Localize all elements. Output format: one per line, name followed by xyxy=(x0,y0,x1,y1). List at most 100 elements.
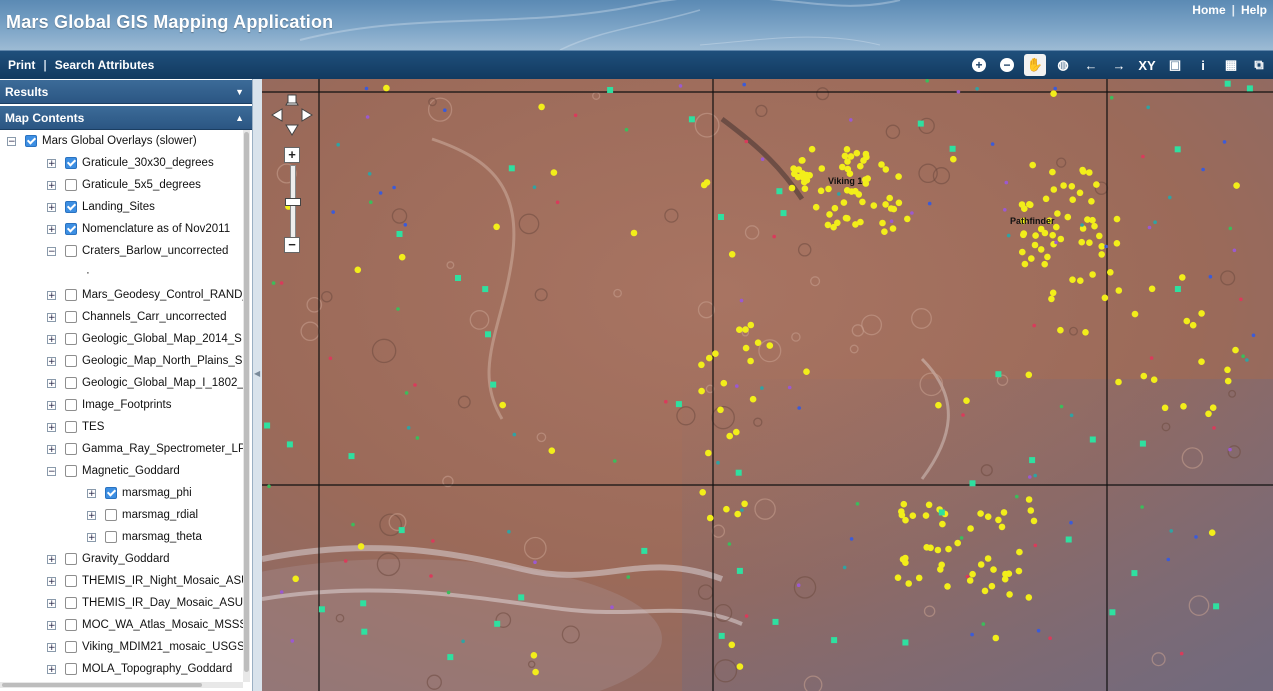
nomenclature-point[interactable] xyxy=(859,198,866,206)
marsmag-point[interactable] xyxy=(392,185,396,190)
nomenclature-point[interactable] xyxy=(954,539,961,547)
collapse-icon[interactable]: − xyxy=(7,136,16,146)
nomenclature-point[interactable] xyxy=(1028,255,1035,262)
layer-tree-item[interactable]: − Mars Global Overlays (slower) xyxy=(7,130,197,152)
marsmag-point[interactable] xyxy=(739,298,744,303)
layer-checkbox[interactable] xyxy=(105,531,117,543)
nomenclature-point[interactable] xyxy=(800,178,808,186)
marsmag-point[interactable] xyxy=(727,542,732,546)
nomenclature-point[interactable] xyxy=(741,500,748,508)
nomenclature-point[interactable] xyxy=(945,545,952,553)
zoom-slider[interactable]: + − xyxy=(284,147,301,255)
nomenclature-point[interactable] xyxy=(995,516,1002,524)
collapse-icon[interactable]: − xyxy=(47,466,56,476)
marsmag-point[interactable] xyxy=(1028,475,1032,479)
marsmag-point[interactable] xyxy=(364,86,369,91)
layer-checkbox[interactable] xyxy=(65,179,77,191)
marsmag-point[interactable] xyxy=(507,529,511,534)
nomenclature-point[interactable] xyxy=(538,103,545,111)
nomenclature-point[interactable] xyxy=(1232,346,1239,354)
layer-checkbox[interactable] xyxy=(65,201,77,213)
nomenclature-point[interactable] xyxy=(766,342,774,349)
nomenclature-point[interactable] xyxy=(902,559,909,566)
magnetic-point[interactable] xyxy=(641,547,648,554)
layer-checkbox[interactable] xyxy=(65,597,77,609)
nomenclature-point[interactable] xyxy=(1020,230,1028,237)
expand-icon[interactable]: + xyxy=(87,488,96,498)
magnetic-point[interactable] xyxy=(318,606,325,613)
layer-tree-item[interactable]: + Channels_Carr_uncorrected xyxy=(47,306,226,328)
layer-tree-item[interactable]: + TES xyxy=(47,416,104,438)
marsmag-point[interactable] xyxy=(735,384,739,388)
expand-icon[interactable]: + xyxy=(47,642,56,652)
nomenclature-point[interactable] xyxy=(717,406,724,414)
nomenclature-point[interactable] xyxy=(1089,216,1096,224)
scrollbar-thumb[interactable] xyxy=(244,132,249,672)
nomenclature-point[interactable] xyxy=(1069,276,1076,283)
magnetic-point[interactable] xyxy=(508,165,515,172)
nomenclature-point[interactable] xyxy=(860,157,867,164)
layer-tree-item[interactable]: + Geologic_Global_Map_2014_S xyxy=(47,328,242,350)
nomenclature-point[interactable] xyxy=(1006,591,1013,598)
nomenclature-point[interactable] xyxy=(1224,366,1231,374)
marsmag-point[interactable] xyxy=(331,210,335,214)
nomenclature-point[interactable] xyxy=(1205,410,1212,418)
nomenclature-point[interactable] xyxy=(1189,321,1197,329)
marsmag-point[interactable] xyxy=(1241,354,1245,359)
marsmag-point[interactable] xyxy=(889,219,894,223)
marsmag-point[interactable] xyxy=(1141,154,1145,159)
magnetic-point[interactable] xyxy=(902,639,909,646)
nomenclature-point[interactable] xyxy=(1113,240,1121,247)
marsmag-point[interactable] xyxy=(271,281,276,285)
marsmag-point[interactable] xyxy=(1168,195,1172,200)
nomenclature-point[interactable] xyxy=(1037,246,1045,253)
marsmag-point[interactable] xyxy=(267,484,271,489)
layer-checkbox[interactable] xyxy=(65,333,77,345)
marsmag-point[interactable] xyxy=(1228,226,1233,231)
nomenclature-point[interactable] xyxy=(1041,260,1048,268)
nomenclature-point[interactable] xyxy=(1113,215,1121,223)
marsmag-point[interactable] xyxy=(1015,494,1019,499)
magnetic-point[interactable] xyxy=(1246,85,1253,92)
marsmag-point[interactable] xyxy=(742,82,746,87)
expand-icon[interactable]: + xyxy=(47,444,56,454)
magnetic-point[interactable] xyxy=(675,401,682,408)
magnetic-point[interactable] xyxy=(396,231,403,237)
pan-hand-icon[interactable]: ✋ xyxy=(1024,54,1046,76)
nomenclature-point[interactable] xyxy=(1209,404,1217,412)
magnetic-point[interactable] xyxy=(772,618,779,625)
marsmag-point[interactable] xyxy=(970,632,974,637)
marsmag-point[interactable] xyxy=(461,639,465,644)
nomenclature-point[interactable] xyxy=(706,514,714,522)
nomenclature-point[interactable] xyxy=(1198,310,1205,317)
nomenclature-point[interactable] xyxy=(950,155,957,163)
nomenclature-point[interactable] xyxy=(1198,358,1205,366)
nomenclature-point[interactable] xyxy=(1131,310,1139,318)
marsmag-point[interactable] xyxy=(664,399,668,404)
marsmag-point[interactable] xyxy=(910,211,914,215)
marsmag-point[interactable] xyxy=(290,639,295,643)
marsmag-point[interactable] xyxy=(403,223,408,227)
layer-tree-item[interactable]: + Gamma_Ray_Spectrometer_LP xyxy=(47,438,244,460)
marsmag-point[interactable] xyxy=(396,307,400,311)
nomenclature-point[interactable] xyxy=(712,350,719,358)
layer-checkbox[interactable] xyxy=(65,663,77,675)
marsmag-point[interactable] xyxy=(927,201,932,206)
layer-tree-item[interactable]: + Viking_MDIM21_mosaic_USGS xyxy=(47,636,244,658)
nomenclature-point[interactable] xyxy=(795,166,803,173)
marsmag-point[interactable] xyxy=(716,460,720,465)
marsmag-point[interactable] xyxy=(1109,95,1114,100)
marsmag-point[interactable] xyxy=(1153,220,1157,224)
nomenclature-point[interactable] xyxy=(1148,285,1156,293)
nomenclature-point[interactable] xyxy=(923,544,930,551)
go-to-xy-icon[interactable]: XY xyxy=(1136,54,1158,76)
nomenclature-point[interactable] xyxy=(1049,231,1056,239)
nomenclature-point[interactable] xyxy=(292,575,299,583)
nomenclature-point[interactable] xyxy=(984,513,992,520)
nomenclature-point[interactable] xyxy=(1049,289,1057,297)
layer-checkbox[interactable] xyxy=(65,245,77,257)
nomenclature-point[interactable] xyxy=(1224,377,1232,385)
marsmag-point[interactable] xyxy=(336,142,340,147)
marsmag-point[interactable] xyxy=(925,79,929,83)
nomenclature-point[interactable] xyxy=(922,512,930,519)
